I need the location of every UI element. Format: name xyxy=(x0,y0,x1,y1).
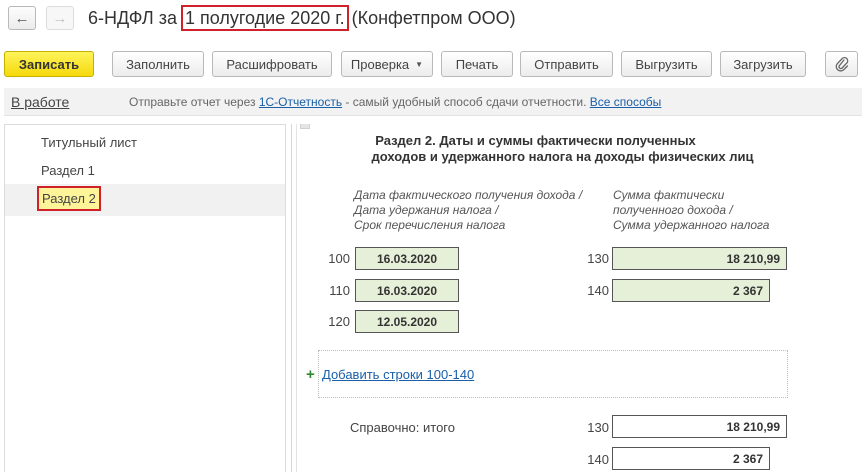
sections-sidebar: Титульный лист Раздел 1 Раздел 2 xyxy=(4,124,286,472)
tax-transfer-deadline-field[interactable]: 12.05.2020 xyxy=(355,310,459,333)
sidebar-item-label: Раздел 2 xyxy=(37,186,101,211)
plus-icon[interactable]: + xyxy=(306,366,315,383)
sidebar-item-label: Титульный лист xyxy=(41,135,138,150)
page-title: 6-НДФЛ за 1 полугодие 2020 г. (Конфетпро… xyxy=(88,5,516,31)
amounts-header-line-1: Сумма фактически xyxy=(613,188,725,202)
forward-button[interactable]: → xyxy=(46,6,74,30)
check-button-label: Проверка xyxy=(350,56,410,72)
check-dropdown-button[interactable]: Проверка ▼ xyxy=(341,51,433,77)
collapse-handle[interactable] xyxy=(300,124,310,129)
sidebar-item-label: Раздел 1 xyxy=(41,163,95,178)
dates-column-header: Дата фактического получения дохода / Дат… xyxy=(354,188,582,233)
import-button[interactable]: Загрузить xyxy=(720,51,806,77)
decode-button[interactable]: Расшифровать xyxy=(212,51,332,77)
total-line-code-130: 130 xyxy=(587,420,609,435)
all-methods-link[interactable]: Все способы xyxy=(590,95,662,109)
sidebar-item-title-page[interactable]: Титульный лист xyxy=(5,128,285,156)
section-title-line-1: Раздел 2. Даты и суммы фактически получе… xyxy=(375,133,696,148)
info-text-after: - самый удобный способ сдачи отчетности. xyxy=(342,95,590,109)
sidebar-item-section-1[interactable]: Раздел 1 xyxy=(5,156,285,184)
info-message: Отправьте отчет через 1С-Отчетность - са… xyxy=(129,95,661,109)
dates-header-line-1: Дата фактического получения дохода / xyxy=(354,188,583,202)
line-code-140: 140 xyxy=(587,283,609,298)
title-prefix: 6-НДФЛ за xyxy=(88,7,177,28)
export-button[interactable]: Выгрузить xyxy=(621,51,712,77)
print-button[interactable]: Печать xyxy=(441,51,513,77)
paperclip-icon xyxy=(835,57,848,72)
add-rows-link[interactable]: Добавить строки 100-140 xyxy=(322,367,474,382)
arrow-left-icon: ← xyxy=(14,9,30,27)
arrow-right-icon: → xyxy=(52,9,68,27)
tax-withholding-date-field[interactable]: 16.03.2020 xyxy=(355,279,459,302)
reference-total-label: Справочно: итого xyxy=(350,420,455,435)
title-period: 1 полугодие 2020 г. xyxy=(180,5,349,31)
amounts-header-line-3: Сумма удержанного налога xyxy=(613,218,770,232)
dates-header-line-2: Дата удержания налога / xyxy=(354,203,499,217)
title-bar: ← → 6-НДФЛ за 1 полугодие 2020 г. (Конфе… xyxy=(0,0,862,38)
title-organization: (Конфетпром ООО) xyxy=(351,7,516,28)
line-code-120: 120 xyxy=(328,314,350,329)
total-income-field: 18 210,99 xyxy=(612,415,787,438)
section-heading: Раздел 2. Даты и суммы фактически получе… xyxy=(292,133,862,165)
back-button[interactable]: ← xyxy=(8,6,36,30)
income-amount-field[interactable]: 18 210,99 xyxy=(612,247,787,270)
line-code-130: 130 xyxy=(587,251,609,266)
sidebar-item-section-2[interactable]: Раздел 2 xyxy=(5,184,285,216)
fill-button[interactable]: Заполнить xyxy=(112,51,204,77)
amounts-column-header: Сумма фактически полученного дохода / Су… xyxy=(613,188,769,233)
send-button[interactable]: Отправить xyxy=(520,51,613,77)
line-code-100: 100 xyxy=(328,251,350,266)
reporting-service-link[interactable]: 1С-Отчетность xyxy=(259,95,342,109)
withheld-tax-field[interactable]: 2 367 xyxy=(612,279,770,302)
section-title-line-2: доходов и удержанного налога на доходы ф… xyxy=(371,149,754,164)
attach-button[interactable] xyxy=(825,51,858,77)
chevron-down-icon: ▼ xyxy=(415,59,424,69)
save-button[interactable]: Записать xyxy=(4,51,94,77)
status-link[interactable]: В работе xyxy=(11,94,69,110)
divider xyxy=(296,124,297,472)
info-bar: В работе Отправьте отчет через 1С-Отчетн… xyxy=(4,88,862,116)
income-date-field[interactable]: 16.03.2020 xyxy=(355,247,459,270)
report-form: Раздел 2. Даты и суммы фактически получе… xyxy=(291,124,862,472)
amounts-header-line-2: полученного дохода / xyxy=(613,203,733,217)
dates-header-line-3: Срок перечисления налога xyxy=(354,218,506,232)
total-line-code-140: 140 xyxy=(587,452,609,467)
line-code-110: 110 xyxy=(329,283,350,298)
total-withheld-tax-field: 2 367 xyxy=(612,447,770,470)
command-toolbar: Записать Заполнить Расшифровать Проверка… xyxy=(0,51,862,79)
info-text-before: Отправьте отчет через xyxy=(129,95,259,109)
